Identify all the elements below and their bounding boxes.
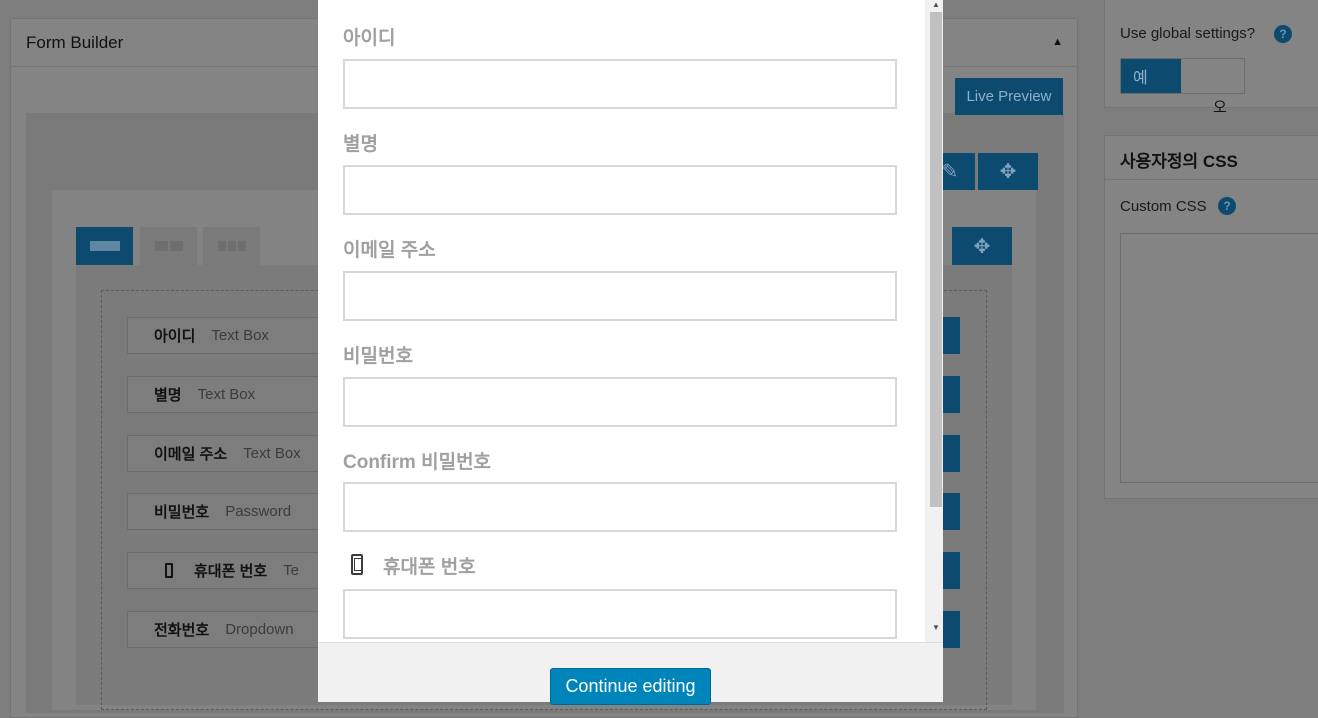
layout-tab-two-column[interactable] <box>140 227 197 265</box>
field-label-mobile: 휴대폰 번호 <box>383 557 476 578</box>
confirm-password-input[interactable] <box>343 482 897 532</box>
username-input[interactable] <box>343 59 897 109</box>
scroll-thumb[interactable] <box>930 12 942 507</box>
builder-field-type: Text Box <box>243 445 301 462</box>
builder-field-type: Dropdown <box>225 621 294 638</box>
builder-field-name: 별명 <box>154 387 182 404</box>
mobile-phone-icon <box>165 563 173 578</box>
global-settings-label: Use global settings? <box>1120 25 1256 42</box>
toggle-no[interactable]: 오 <box>1213 96 1227 117</box>
field-edit-button[interactable] <box>940 376 960 413</box>
panel-title: Form Builder <box>26 33 124 52</box>
builder-field-type: Text Box <box>197 386 256 403</box>
builder-field-name: 휴대폰 번호 <box>194 563 268 580</box>
builder-field-name: 비밀번호 <box>154 504 210 521</box>
builder-field-row[interactable]: 이메일 주소 Text Box <box>127 435 327 472</box>
help-icon[interactable]: ? <box>1274 25 1292 43</box>
custom-css-heading: 사용자정의 CSS <box>1120 152 1238 171</box>
help-icon[interactable]: ? <box>1218 197 1236 215</box>
password-input[interactable] <box>343 377 897 427</box>
mobile-input[interactable] <box>343 589 897 639</box>
field-label-nickname: 별명 <box>343 134 378 155</box>
nickname-input[interactable] <box>343 165 897 215</box>
move-icon[interactable]: ✥ <box>978 153 1038 190</box>
field-edit-button[interactable] <box>940 317 960 354</box>
field-edit-button[interactable] <box>940 552 960 589</box>
custom-css-label: Custom CSS <box>1120 198 1207 215</box>
builder-field-row[interactable]: 휴대폰 번호 Te <box>127 552 327 589</box>
triangle-up-icon[interactable]: ▲ <box>1052 36 1063 48</box>
layout-tab-one-column[interactable] <box>76 227 133 265</box>
scroll-down-icon[interactable]: ▼ <box>932 623 940 632</box>
email-input[interactable] <box>343 271 897 321</box>
continue-editing-button[interactable]: Continue editing <box>550 668 711 705</box>
field-label-password: 비밀번호 <box>343 346 413 367</box>
field-edit-button[interactable] <box>940 435 960 472</box>
field-edit-button[interactable] <box>940 493 960 530</box>
modal-body: 아이디 별명 이메일 주소 비밀번호 Confirm 비밀번호 휴대폰 번호 <box>318 0 925 642</box>
field-label-email: 이메일 주소 <box>343 240 436 261</box>
toggle-yes[interactable]: 예 <box>1121 59 1181 93</box>
preview-modal: 아이디 별명 이메일 주소 비밀번호 Confirm 비밀번호 휴대폰 번호 ▲… <box>318 0 943 705</box>
builder-field-name: 전화번호 <box>154 622 210 639</box>
live-preview-button[interactable]: Live Preview <box>955 78 1063 115</box>
builder-field-row[interactable]: 별명 Text Box <box>127 376 327 413</box>
modal-footer: Continue editing <box>318 642 943 705</box>
builder-field-type: Te <box>283 562 300 579</box>
move-icon[interactable]: ✥ <box>952 227 1012 265</box>
builder-field-row[interactable]: 아이디 Text Box <box>127 317 327 354</box>
builder-field-name: 아이디 <box>154 328 196 345</box>
scroll-up-icon[interactable]: ▲ <box>932 0 940 9</box>
builder-field-row[interactable]: 비밀번호 Password <box>127 493 327 530</box>
field-label-confirm-password: Confirm 비밀번호 <box>343 452 492 473</box>
global-settings-toggle[interactable]: 예 <box>1120 58 1245 94</box>
divider <box>1104 179 1318 180</box>
field-edit-button[interactable] <box>940 611 960 648</box>
field-label-username: 아이디 <box>343 28 396 49</box>
layout-tab-three-column[interactable] <box>203 227 260 265</box>
builder-field-row[interactable]: 전화번호 Dropdown <box>127 611 327 648</box>
builder-field-name: 이메일 주소 <box>154 446 228 463</box>
builder-field-type: Text Box <box>211 327 269 344</box>
mobile-phone-icon <box>351 554 363 575</box>
builder-field-type: Password <box>225 503 292 520</box>
custom-css-textarea[interactable] <box>1120 233 1318 483</box>
modal-scrollbar[interactable]: ▲ ▼ <box>925 0 943 642</box>
